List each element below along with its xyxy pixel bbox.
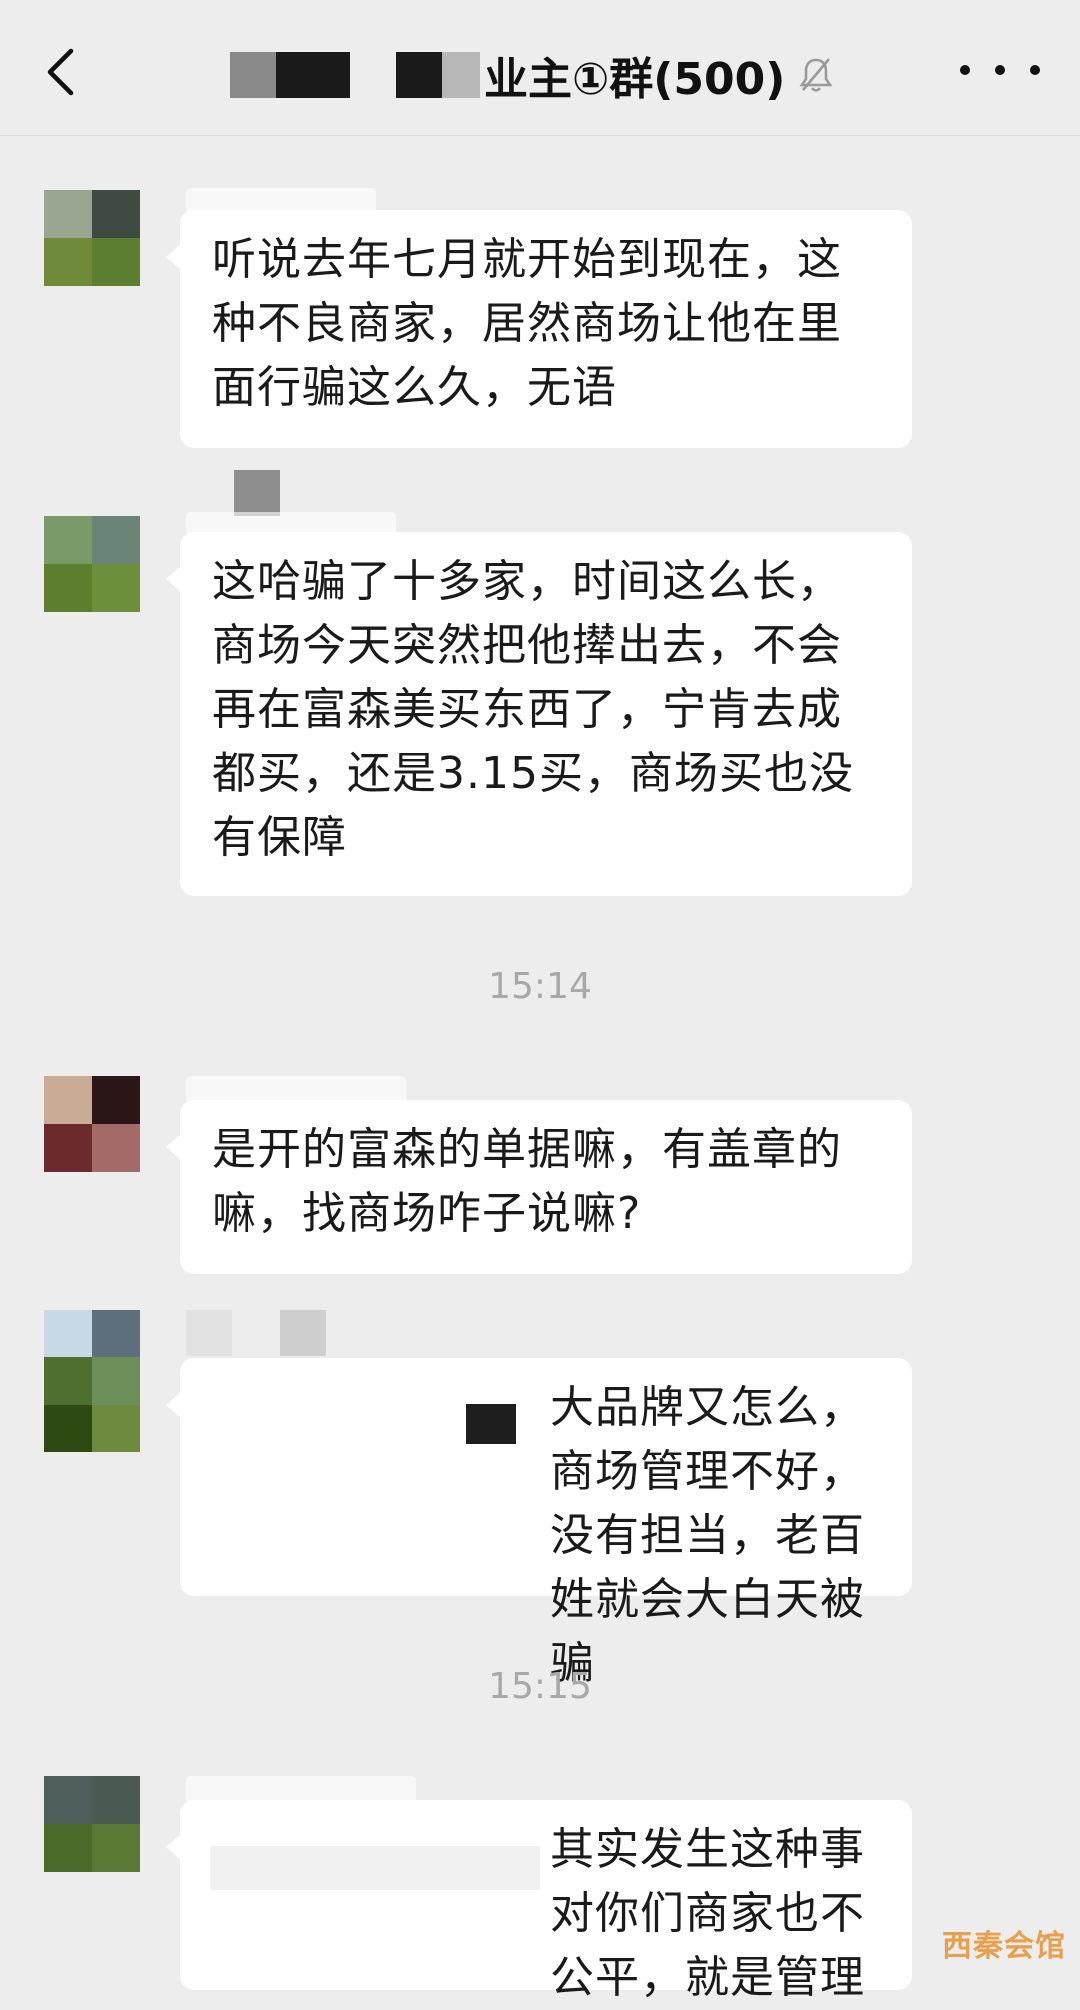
redacted-block xyxy=(466,1404,516,1444)
message-bubble[interactable]: 这哈骗了十多家，时间这么长，商场今天突然把他撵出去，不会再在富森美买东西了，宁肯… xyxy=(166,532,912,896)
chevron-left-icon xyxy=(47,48,74,96)
redacted-block xyxy=(186,1310,232,1356)
redacted-block xyxy=(396,52,442,98)
redacted-block xyxy=(442,52,480,98)
avatar[interactable] xyxy=(44,1076,140,1172)
avatar[interactable] xyxy=(44,1776,140,1872)
dot xyxy=(995,65,1005,75)
message-text: 是开的富森的单据嘛，有盖章的嘛，找商场咋子说嘛? xyxy=(212,1124,842,1239)
redacted-block xyxy=(230,52,276,98)
watermark: 西秦会馆 xyxy=(942,1929,1066,1964)
message-text: 这哈骗了十多家，时间这么长，商场今天突然把他撵出去，不会再在富森美买东西了，宁肯… xyxy=(212,556,854,863)
message-bubble[interactable]: 其实发生这种事对你们商家也不公平，就是管理 xyxy=(166,1800,912,2003)
message-bubble[interactable]: 大品牌又怎么，商场管理不好，没有担当，老百姓就会大白天被骗 xyxy=(166,1358,912,1689)
redacted-block xyxy=(350,52,396,98)
avatar[interactable] xyxy=(44,190,140,286)
avatar[interactable] xyxy=(44,1310,140,1452)
message-text: 大品牌又怎么，商场管理不好，没有担当，老百姓就会大白天被骗 xyxy=(550,1382,865,1689)
timestamp: 15:14 xyxy=(488,966,592,1007)
avatar[interactable] xyxy=(44,516,140,612)
redacted-block xyxy=(280,1310,326,1356)
redacted-block xyxy=(210,1846,540,1890)
redacted-block xyxy=(276,52,350,98)
redacted-block xyxy=(234,470,280,516)
message-bubble[interactable]: 听说去年七月就开始到现在，这种不良商家，居然商场让他在里面行骗这么久，无语 xyxy=(166,210,912,448)
more-button[interactable] xyxy=(960,50,1040,90)
chat-header: 业主①群(500) xyxy=(0,0,1080,136)
bell-off-icon xyxy=(799,56,833,94)
group-name: 业主①群(500) xyxy=(484,54,786,105)
timestamp: 15:15 xyxy=(488,1666,592,1707)
back-button[interactable] xyxy=(40,44,80,100)
dot xyxy=(1030,65,1040,75)
chat-title: 业主①群(500) xyxy=(230,40,910,110)
message-text: 其实发生这种事对你们商家也不公平，就是管理 xyxy=(550,1824,865,2003)
message-text: 听说去年七月就开始到现在，这种不良商家，居然商场让他在里面行骗这么久，无语 xyxy=(212,234,842,413)
dot xyxy=(960,65,970,75)
message-bubble[interactable]: 是开的富森的单据嘛，有盖章的嘛，找商场咋子说嘛? xyxy=(166,1100,912,1274)
